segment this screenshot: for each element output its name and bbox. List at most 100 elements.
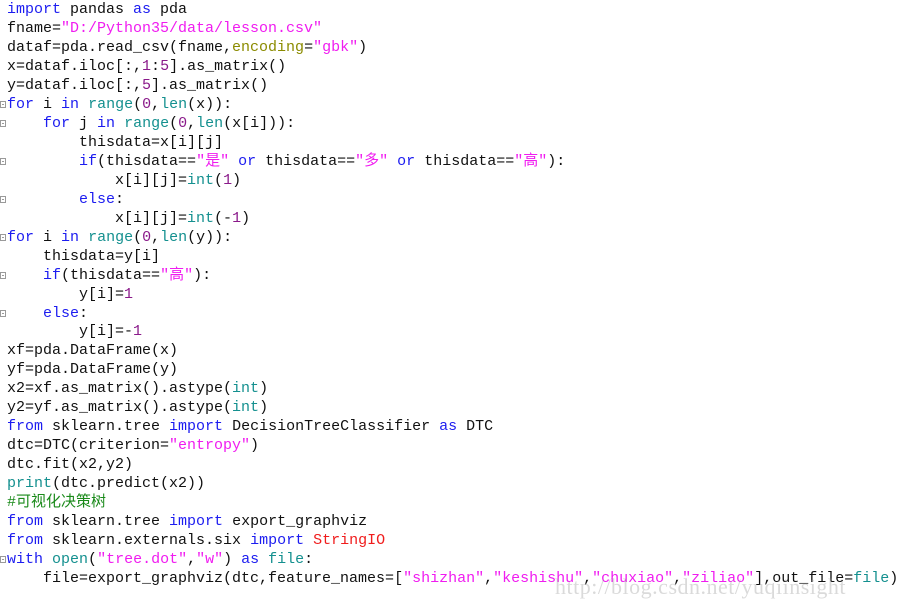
code-line[interactable]: x[i][j]=int(-1): [7, 209, 250, 228]
code-line[interactable]: x=dataf.iloc[:,1:5].as_matrix(): [7, 57, 286, 76]
code-text-token: (thisdata==: [97, 152, 197, 170]
collapse-box-icon[interactable]: [0, 100, 6, 108]
code-line[interactable]: with open("tree.dot","w") as file:: [7, 550, 313, 569]
string-token: "是": [196, 152, 230, 170]
code-line[interactable]: for j in range(0,len(x[i])):: [7, 114, 295, 133]
code-line[interactable]: xf=pda.DataFrame(x): [7, 341, 178, 360]
builtin-token: file: [853, 570, 890, 588]
collapse-box-icon[interactable]: [0, 309, 6, 317]
number-token: 1: [142, 57, 152, 75]
code-line[interactable]: fname="D:/Python35/data/lesson.csv": [7, 19, 322, 38]
collapse-box-icon[interactable]: [0, 157, 6, 165]
keyword-token: import: [7, 1, 62, 18]
code-text-token: y[i]=: [7, 285, 125, 303]
code-text-token: y[i]=-: [7, 323, 134, 341]
number-token: 5: [160, 57, 170, 75]
builtin-token: range: [124, 114, 170, 132]
code-line[interactable]: x[i][j]=int(1): [7, 171, 241, 190]
code-text-token: :: [79, 304, 89, 322]
code-line[interactable]: y[i]=1: [7, 285, 133, 304]
code-line[interactable]: for i in range(0,len(x)):: [7, 95, 232, 114]
keyword-token: with: [7, 551, 44, 569]
code-line[interactable]: dtc=DTC(criterion="entropy"): [7, 436, 259, 455]
code-line[interactable]: else:: [7, 304, 88, 323]
number-token: 5: [142, 76, 152, 94]
keyword-token: from: [7, 513, 44, 531]
class-name-token: StringIO: [313, 532, 386, 550]
code-text-token: file=export_graphviz(dtc,feature_names=[: [7, 570, 404, 588]
collapse-box-icon[interactable]: [0, 195, 6, 203]
builtin-token: int: [232, 380, 260, 398]
code-text-token: :: [304, 551, 314, 569]
keyword-token: if: [79, 152, 98, 170]
code-line[interactable]: y[i]=-1: [7, 322, 142, 341]
code-text-token: sklearn.tree: [43, 418, 170, 436]
code-text-token: thisdata=y[i]: [7, 247, 161, 265]
code-line[interactable]: else:: [7, 190, 124, 209]
code-line[interactable]: import pandas as pda: [7, 0, 187, 19]
number-token: 1: [133, 323, 143, 341]
builtin-token: len: [196, 114, 224, 132]
builtin-token: int: [187, 209, 215, 227]
code-line[interactable]: if(thisdata=="高"):: [7, 266, 211, 285]
code-text-token: ): [232, 171, 242, 189]
keyword-token: import: [169, 418, 224, 436]
code-text-token: (: [169, 114, 179, 132]
argument-token: encoding: [232, 38, 305, 56]
keyword-token: from: [7, 418, 44, 436]
code-editor[interactable]: import pandas as pda fname="D:/Python35/d…: [0, 0, 899, 606]
builtin-token: len: [160, 228, 188, 246]
string-token: "高": [514, 152, 548, 170]
comment-token: #可视化决策树: [7, 494, 107, 512]
code-line[interactable]: x2=xf.as_matrix().astype(int): [7, 379, 268, 398]
code-text-token: yf=pda.DataFrame(y): [7, 361, 179, 379]
code-line[interactable]: y2=yf.as_matrix().astype(int): [7, 398, 268, 417]
code-text-token: x=dataf.iloc[:,: [7, 57, 143, 75]
code-text-token: ): [250, 437, 260, 455]
code-line[interactable]: from sklearn.tree import export_graphviz: [7, 512, 367, 531]
code-text-token: x2=xf.as_matrix().astype(: [7, 380, 233, 398]
code-text-token: ,: [187, 114, 197, 132]
builtin-token: int: [187, 171, 215, 189]
code-text-token: i: [34, 228, 62, 246]
code-line[interactable]: y=dataf.iloc[:,5].as_matrix(): [7, 76, 268, 95]
code-text-token: pda: [151, 1, 188, 18]
code-line[interactable]: yf=pda.DataFrame(y): [7, 360, 178, 379]
collapse-box-icon[interactable]: [0, 233, 6, 241]
code-line[interactable]: from sklearn.externals.six import String…: [7, 531, 385, 550]
code-line[interactable]: print(dtc.predict(x2)): [7, 474, 205, 493]
code-line[interactable]: #可视化决策树: [7, 493, 106, 512]
code-text-token: dataf=pda.read_csv(fname,: [7, 38, 233, 56]
code-line[interactable]: dataf=pda.read_csv(fname,encoding="gbk"): [7, 38, 367, 57]
builtin-token: range: [88, 95, 134, 113]
code-text-token: ): [223, 551, 242, 569]
collapse-box-icon[interactable]: [0, 556, 6, 564]
code-text-token: y=dataf.iloc[:,: [7, 76, 143, 94]
code-line[interactable]: thisdata=y[i]: [7, 247, 160, 266]
code-line[interactable]: dtc.fit(x2,y2): [7, 455, 133, 474]
code-text-token: ): [259, 399, 269, 417]
code-line[interactable]: thisdata=x[i][j]: [7, 133, 223, 152]
string-token: "高": [160, 266, 194, 284]
code-text-token: (x)):: [187, 95, 233, 113]
code-text-token: thisdata=x[i][j]: [7, 133, 224, 151]
code-text-token: ,: [151, 228, 161, 246]
code-line[interactable]: from sklearn.tree import DecisionTreeCla…: [7, 417, 493, 436]
keyword-token: in: [61, 228, 80, 246]
code-line[interactable]: for i in range(0,len(y)):: [7, 228, 232, 247]
code-text-token: ):: [193, 266, 212, 284]
string-token: "tree.dot": [97, 551, 188, 569]
keyword-token: from: [7, 532, 44, 550]
collapse-box-icon[interactable]: [0, 119, 6, 127]
code-text-token: ].as_matrix(): [169, 57, 287, 75]
code-text-token: :: [151, 57, 161, 75]
code-text-token: (: [214, 171, 224, 189]
code-text-token: sklearn.externals.six: [43, 532, 251, 550]
code-line[interactable]: if(thisdata=="是" or thisdata=="多" or thi…: [7, 152, 565, 171]
collapse-box-icon[interactable]: [0, 271, 6, 279]
